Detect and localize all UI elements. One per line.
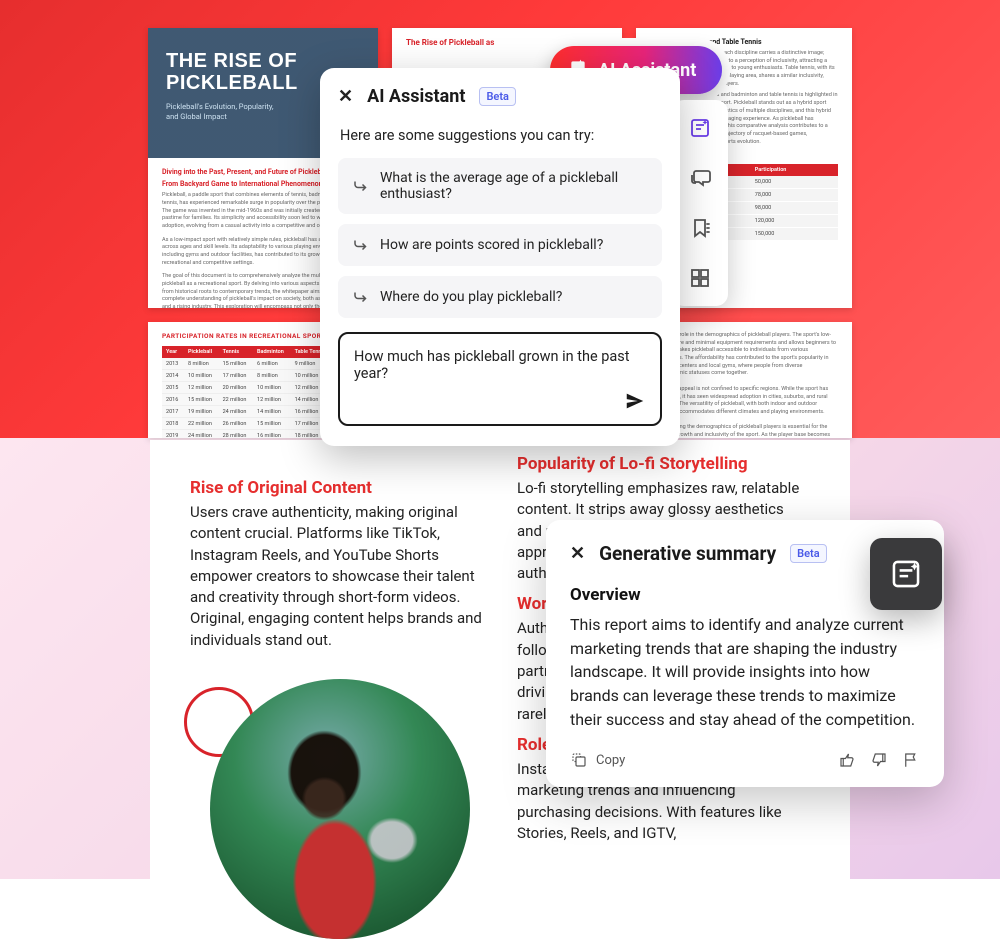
summary-sparkle-icon xyxy=(889,557,923,591)
ai-input-container[interactable]: How much has pickleball grown in the pas… xyxy=(338,332,662,426)
ai-suggestion[interactable]: What is the average age of a pickleball … xyxy=(338,158,662,214)
gen-subtitle: Overview xyxy=(570,585,920,605)
section-title-original-content: Rise of Original Content xyxy=(190,478,483,498)
close-icon[interactable]: ✕ xyxy=(570,543,585,564)
close-icon[interactable]: ✕ xyxy=(338,86,353,107)
ai-suggestion[interactable]: How are points scored in pickleball? xyxy=(338,224,662,266)
doc1-subtitle: Pickleball's Evolution, Popularity, and … xyxy=(166,102,286,122)
gen-panel-title: Generative summary xyxy=(599,542,776,565)
chat-icon[interactable] xyxy=(688,166,712,190)
ai-suggestion-text: Where do you play pickleball? xyxy=(380,289,562,305)
reply-arrow-icon xyxy=(352,236,370,254)
section-body: Users crave authenticity, making origina… xyxy=(190,502,483,651)
ai-suggestion-text: What is the average age of a pickleball … xyxy=(380,170,648,202)
hero-photo-frame xyxy=(190,679,470,919)
side-toolbar xyxy=(672,100,728,306)
ai-panel-title: AI Assistant xyxy=(367,86,465,107)
send-icon[interactable] xyxy=(624,390,646,416)
beta-badge: Beta xyxy=(479,87,516,106)
thumbs-up-icon[interactable] xyxy=(838,751,856,769)
section-title-lofi: Popularity of Lo-fi Storytelling xyxy=(517,454,810,474)
thumbs-down-icon[interactable] xyxy=(870,751,888,769)
copy-label: Copy xyxy=(596,753,625,768)
copy-icon xyxy=(570,751,588,769)
ai-assistant-panel: ✕ AI Assistant Beta Here are some sugges… xyxy=(320,68,680,446)
copy-button[interactable]: Copy xyxy=(570,751,625,769)
flag-icon[interactable] xyxy=(902,751,920,769)
bookmark-icon[interactable] xyxy=(688,216,712,240)
apps-grid-icon[interactable] xyxy=(688,266,712,290)
beta-badge: Beta xyxy=(790,544,827,563)
hero-photo xyxy=(210,679,470,939)
ai-prompt-input[interactable]: How much has pickleball grown in the pas… xyxy=(354,348,646,390)
ai-suggestion[interactable]: Where do you play pickleball? xyxy=(338,276,662,318)
ai-intro-text: Here are some suggestions you can try: xyxy=(340,127,660,144)
summary-icon[interactable] xyxy=(688,116,712,140)
generative-summary-launch-button[interactable] xyxy=(870,538,942,610)
ai-suggestion-text: How are points scored in pickleball? xyxy=(380,237,603,253)
reply-arrow-icon xyxy=(352,177,370,195)
reply-arrow-icon xyxy=(352,288,370,306)
doc3-title: Pickleball, Tennis, and Table Tennis xyxy=(650,38,838,46)
gen-summary-text: This report aims to identify and analyze… xyxy=(570,613,920,731)
